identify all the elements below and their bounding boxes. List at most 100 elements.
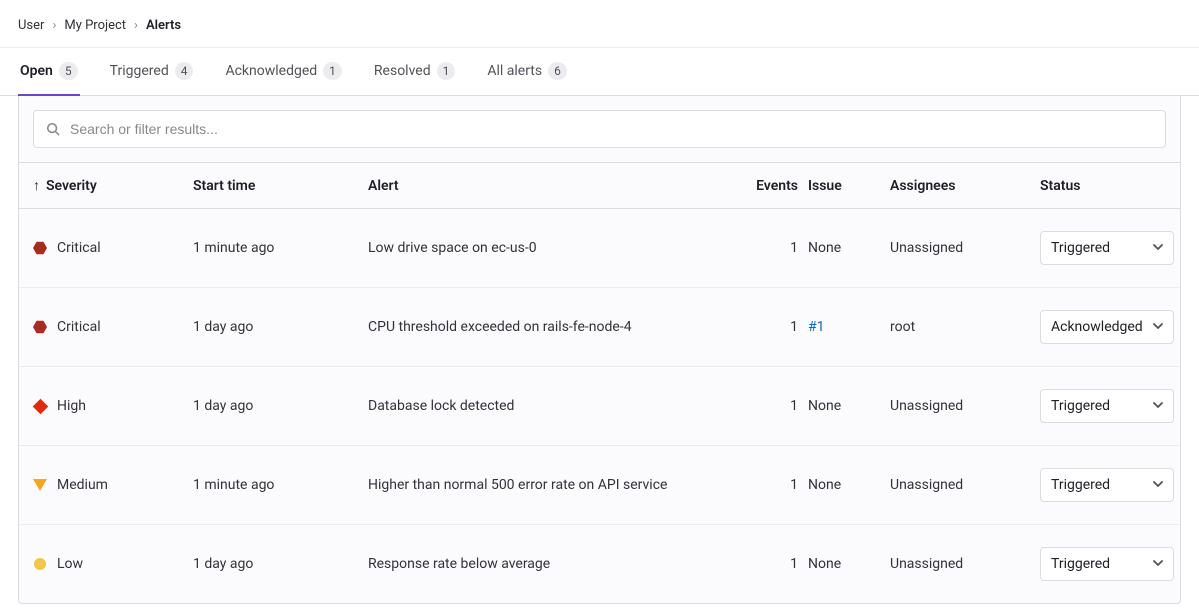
chevron-down-icon <box>1153 319 1163 335</box>
circle-icon <box>33 557 47 571</box>
table-row: Critical 1 day agoCPU threshold exceeded … <box>19 288 1180 367</box>
severity-label: Critical <box>57 240 101 256</box>
alert-title[interactable]: CPU threshold exceeded on rails-fe-node-… <box>368 319 728 335</box>
issue-cell: None <box>808 240 890 256</box>
status-select[interactable]: Triggered <box>1040 389 1174 423</box>
column-assignees[interactable]: Assignees <box>890 178 1040 194</box>
events-count: 1 <box>728 319 808 335</box>
tab-count-badge: 5 <box>59 62 78 80</box>
alert-title[interactable]: Database lock detected <box>368 398 728 414</box>
severity-cell: Low <box>33 556 193 572</box>
status-select[interactable]: Acknowledged <box>1040 310 1174 344</box>
diamond-icon <box>33 399 47 413</box>
status-cell: Triggered <box>1040 389 1190 423</box>
breadcrumb: User › My Project › Alerts <box>0 0 1199 48</box>
issue-cell: None <box>808 398 890 414</box>
status-value: Triggered <box>1051 240 1110 256</box>
assignees-cell: Unassigned <box>890 398 1040 414</box>
hexagon-icon <box>33 241 47 255</box>
table-row: Medium 1 minute agoHigher than normal 500… <box>19 446 1180 525</box>
status-value: Acknowledged <box>1051 319 1143 335</box>
tab-label: All alerts <box>487 63 542 79</box>
status-select[interactable]: Triggered <box>1040 231 1174 265</box>
severity-label: High <box>57 398 86 414</box>
events-count: 1 <box>728 240 808 256</box>
tab-count-badge: 1 <box>437 62 456 80</box>
alert-title[interactable]: Low drive space on ec-us-0 <box>368 240 728 256</box>
assignees-cell: root <box>890 319 1040 335</box>
alerts-panel: ↑ Severity Start time Alert Events Issue… <box>18 96 1181 604</box>
severity-label: Low <box>57 556 83 572</box>
column-events[interactable]: Events <box>728 178 808 194</box>
chevron-down-icon <box>1153 556 1163 572</box>
column-status[interactable]: Status <box>1040 178 1190 194</box>
tabs: Open 5 Triggered 4 Acknowledged 1 Resolved 1 All… <box>0 48 1199 96</box>
table-header: ↑ Severity Start time Alert Events Issue… <box>19 162 1180 209</box>
tab-open[interactable]: Open 5 <box>18 48 80 96</box>
severity-cell: Critical <box>33 240 193 256</box>
severity-cell: High <box>33 398 193 414</box>
breadcrumb-item-project[interactable]: My Project <box>64 18 126 33</box>
breadcrumb-item-current: Alerts <box>146 18 181 33</box>
start-time-cell: 1 minute ago <box>193 240 368 256</box>
column-start-time[interactable]: Start time <box>193 178 368 194</box>
tab-label: Triggered <box>110 63 169 79</box>
alert-title[interactable]: Higher than normal 500 error rate on API… <box>368 477 728 493</box>
chevron-down-icon <box>1153 240 1163 256</box>
tab-acknowledged[interactable]: Acknowledged 1 <box>223 48 343 96</box>
status-cell: Triggered <box>1040 468 1190 502</box>
issue-cell[interactable]: #1 <box>808 319 890 335</box>
tab-all-alerts[interactable]: All alerts 6 <box>485 48 569 96</box>
chevron-right-icon: › <box>52 18 56 33</box>
tab-count-badge: 6 <box>548 62 567 80</box>
start-time-cell: 1 day ago <box>193 556 368 572</box>
start-time-cell: 1 day ago <box>193 319 368 335</box>
severity-label: Critical <box>57 319 101 335</box>
severity-label: Medium <box>57 477 108 493</box>
assignees-cell: Unassigned <box>890 240 1040 256</box>
events-count: 1 <box>728 398 808 414</box>
triangle-icon <box>33 478 47 492</box>
breadcrumb-item-user[interactable]: User <box>18 18 44 33</box>
assignees-cell: Unassigned <box>890 556 1040 572</box>
tab-triggered[interactable]: Triggered 4 <box>108 48 196 96</box>
tab-count-badge: 1 <box>323 62 342 80</box>
tab-label: Acknowledged <box>225 63 317 79</box>
status-value: Triggered <box>1051 477 1110 493</box>
table-row: High 1 day agoDatabase lock detected1None… <box>19 367 1180 446</box>
status-value: Triggered <box>1051 398 1110 414</box>
severity-cell: Medium <box>33 477 193 493</box>
tab-resolved[interactable]: Resolved 1 <box>372 48 457 96</box>
column-severity-label: Severity <box>46 178 97 194</box>
severity-cell: Critical <box>33 319 193 335</box>
status-value: Triggered <box>1051 556 1110 572</box>
tab-count-badge: 4 <box>175 62 194 80</box>
search-input[interactable] <box>34 111 1165 147</box>
status-cell: Acknowledged <box>1040 310 1190 344</box>
column-alert[interactable]: Alert <box>368 178 728 194</box>
issue-cell: None <box>808 477 890 493</box>
assignees-cell: Unassigned <box>890 477 1040 493</box>
sort-ascending-icon: ↑ <box>33 177 40 194</box>
column-severity[interactable]: ↑ Severity <box>33 177 193 194</box>
chevron-down-icon <box>1153 477 1163 493</box>
events-count: 1 <box>728 556 808 572</box>
search-icon <box>46 122 60 136</box>
table-row: Low 1 day agoResponse rate below average1… <box>19 525 1180 603</box>
tab-label: Resolved <box>374 63 431 79</box>
issue-cell: None <box>808 556 890 572</box>
status-cell: Triggered <box>1040 547 1190 581</box>
start-time-cell: 1 minute ago <box>193 477 368 493</box>
table-row: Critical 1 minute agoLow drive space on e… <box>19 209 1180 288</box>
events-count: 1 <box>728 477 808 493</box>
chevron-down-icon <box>1153 398 1163 414</box>
hexagon-icon <box>33 320 47 334</box>
status-select[interactable]: Triggered <box>1040 468 1174 502</box>
search-container <box>33 110 1166 148</box>
status-select[interactable]: Triggered <box>1040 547 1174 581</box>
start-time-cell: 1 day ago <box>193 398 368 414</box>
column-issue[interactable]: Issue <box>808 178 890 194</box>
alert-title[interactable]: Response rate below average <box>368 556 728 572</box>
status-cell: Triggered <box>1040 231 1190 265</box>
tab-label: Open <box>20 63 53 79</box>
